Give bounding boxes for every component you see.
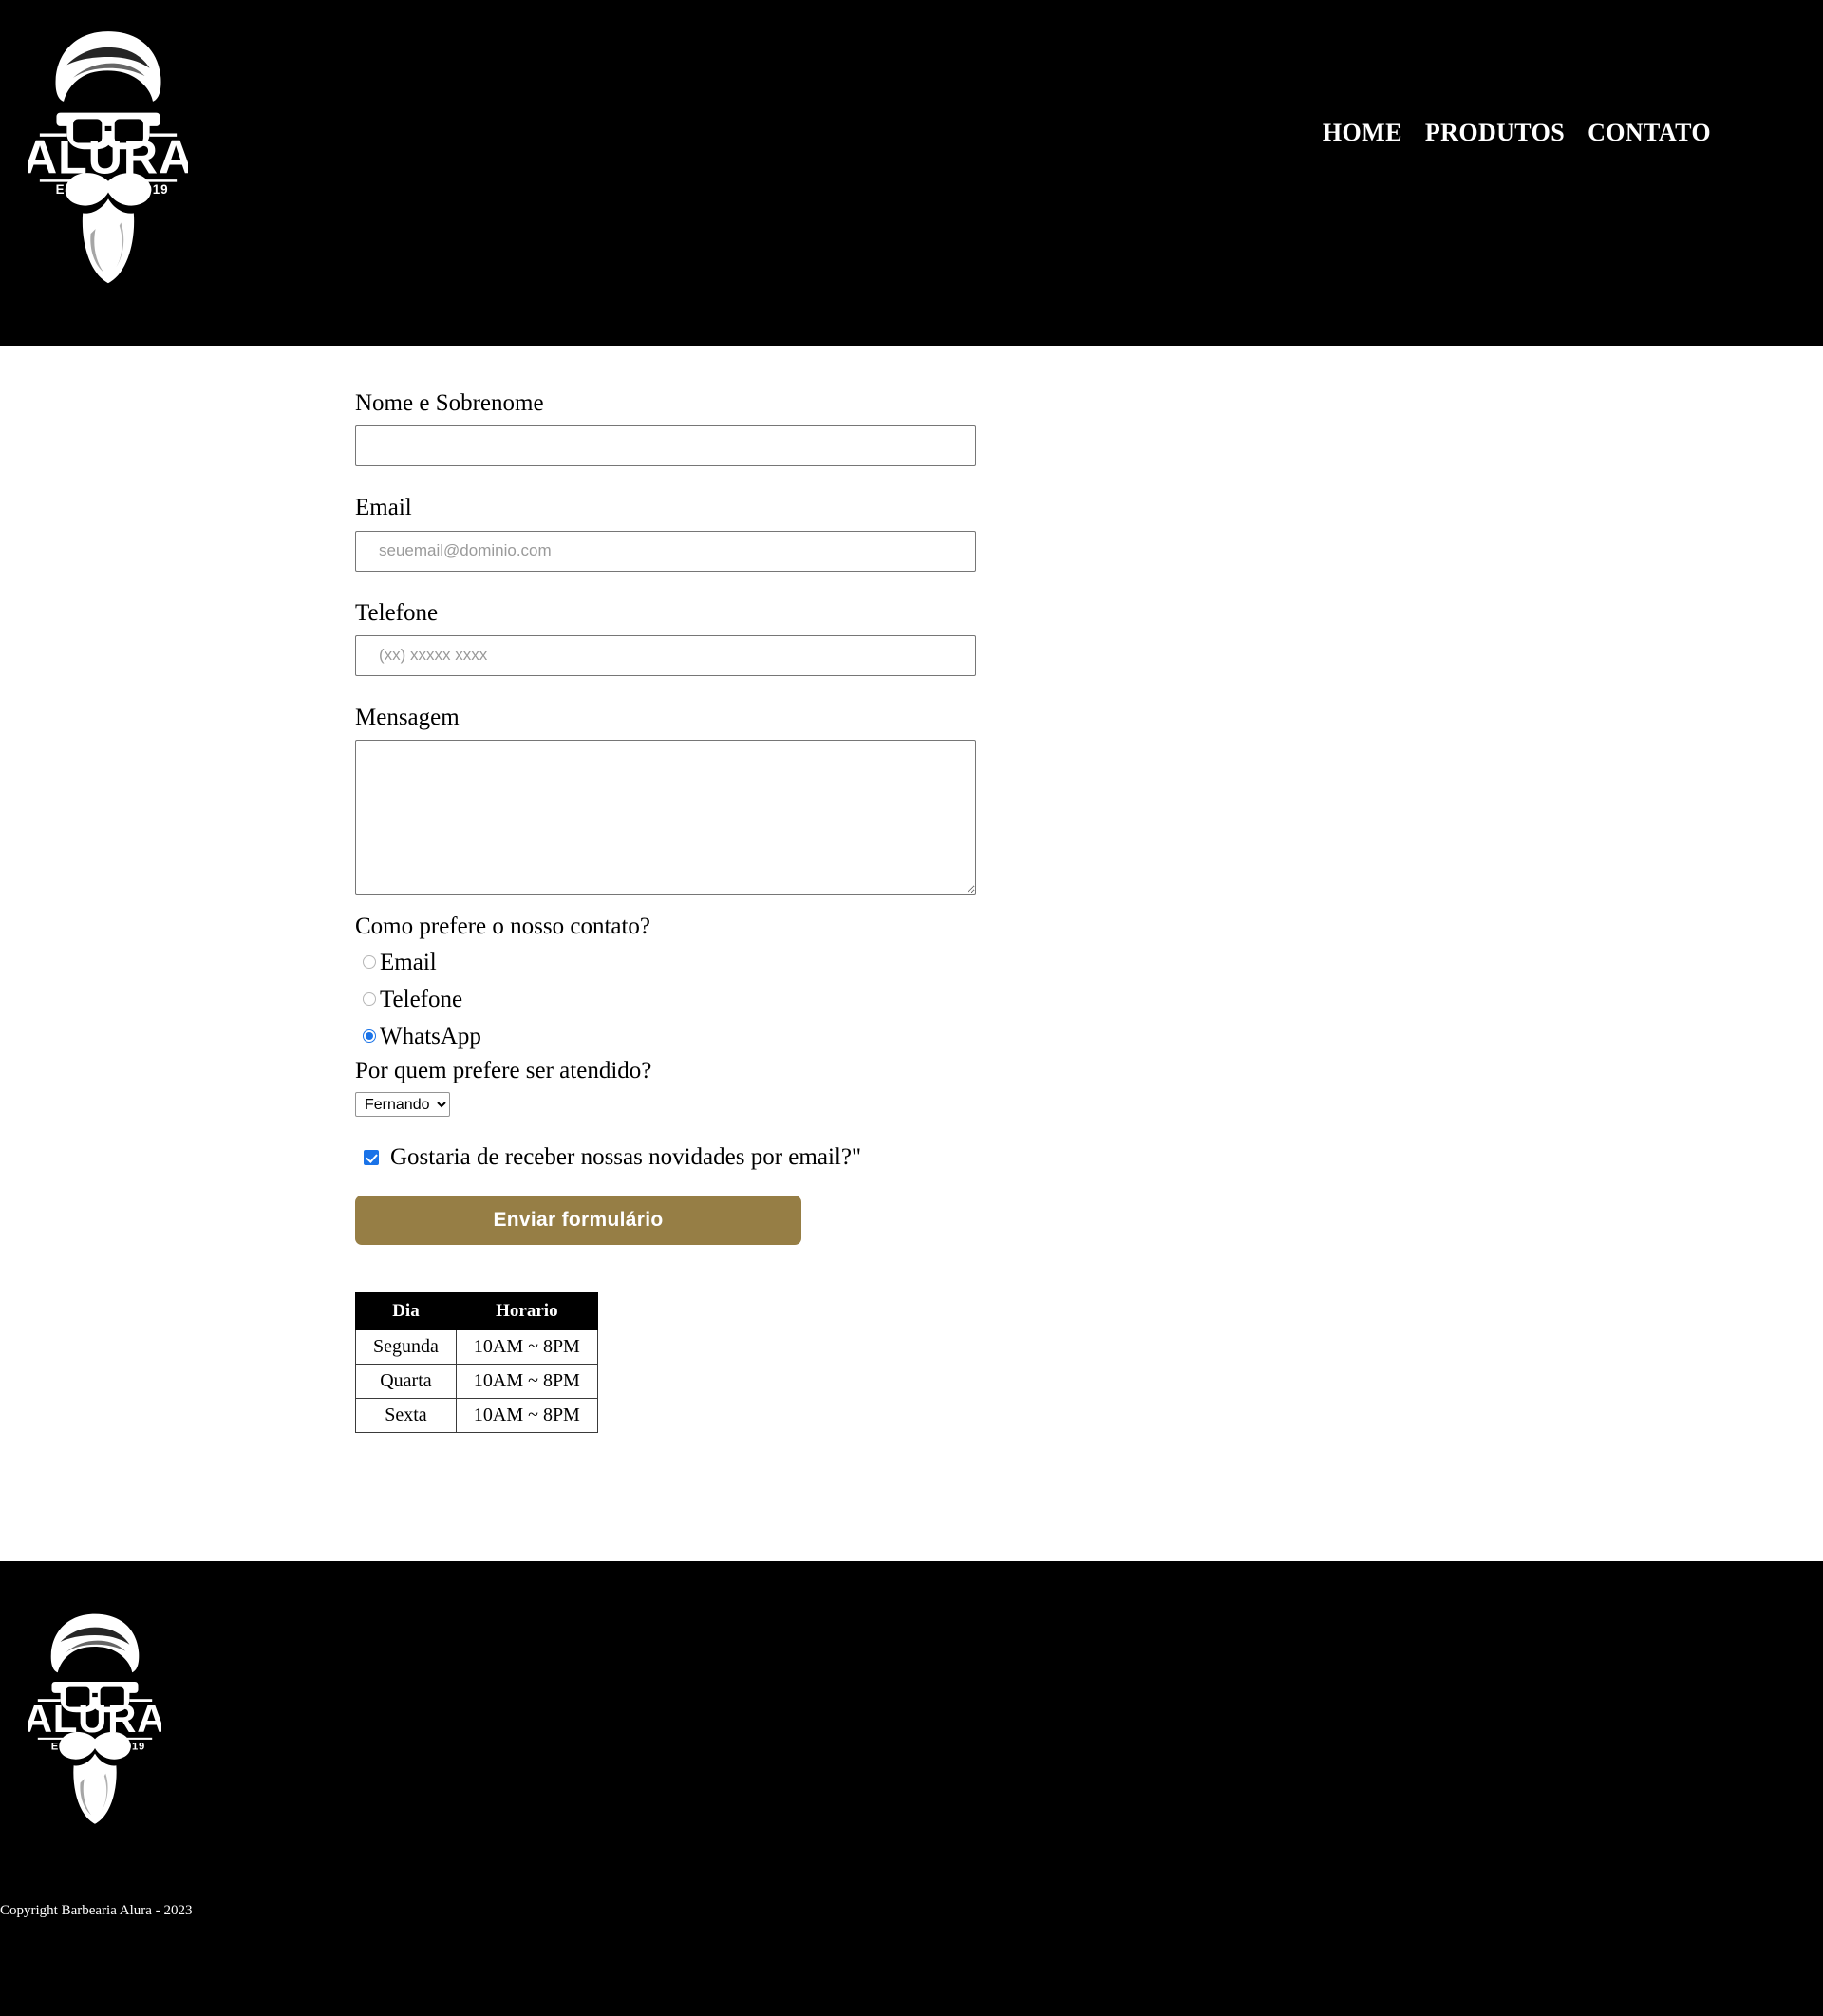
site-header: ALURA ESTD 2019 HOME PRODUTOS CONTATO xyxy=(0,0,1823,346)
table-cell-dia: Sexta xyxy=(355,1398,457,1433)
radio-label-email: Email xyxy=(380,949,437,975)
radio-icon-email[interactable] xyxy=(363,955,376,969)
label-telefone: Telefone xyxy=(355,599,439,626)
attendant-select-row: Fernando xyxy=(355,1092,982,1117)
nav-item-contato[interactable]: CONTATO xyxy=(1588,121,1711,145)
email-input[interactable] xyxy=(355,530,976,572)
table-cell-horario: 10AM ~ 8PM xyxy=(455,1398,598,1433)
label-nome-sobrenome: Nome e Sobrenome xyxy=(355,390,544,416)
radio-label-telefone: Telefone xyxy=(380,986,463,1012)
table-body: Segunda 10AM ~ 8PM Quarta 10AM ~ 8PM Sex… xyxy=(355,1329,598,1433)
opening-hours-table: Dia Horario Segunda 10AM ~ 8PM Quarta 10… xyxy=(355,1292,598,1433)
label-email: Email xyxy=(355,495,412,521)
contact-page-main: Nome e Sobrenome Email Telefone Mensagem… xyxy=(0,346,1823,1561)
radio-option-whatsapp[interactable]: WhatsApp xyxy=(355,1019,982,1054)
radio-option-email[interactable]: Email xyxy=(355,945,982,980)
radio-icon-whatsapp[interactable] xyxy=(363,1029,376,1043)
field-telefone: Telefone xyxy=(355,598,982,676)
table-cell-horario: 10AM ~ 8PM xyxy=(455,1329,598,1365)
checkbox-icon-newsletter[interactable] xyxy=(364,1149,379,1165)
label-attendant: Por quem prefere ser atendido? xyxy=(355,1057,652,1083)
table-row: Segunda 10AM ~ 8PM xyxy=(355,1329,598,1365)
table-header-dia: Dia xyxy=(355,1292,457,1330)
table-header-row: Dia Horario xyxy=(355,1292,598,1330)
radio-label-whatsapp: WhatsApp xyxy=(380,1023,481,1049)
header-logo[interactable]: ALURA ESTD 2019 xyxy=(28,17,188,304)
nome-sobrenome-input[interactable] xyxy=(355,425,976,467)
table-head: Dia Horario xyxy=(355,1292,598,1330)
footer-logo[interactable]: ALURA ESTD 2019 xyxy=(28,1601,161,1842)
label-mensagem: Mensagem xyxy=(355,704,460,730)
svg-text:ALURA: ALURA xyxy=(28,1696,161,1741)
svg-text:ALURA: ALURA xyxy=(28,129,188,183)
table-header-horario: Horario xyxy=(455,1292,598,1330)
copyright-text: Copyright Barbearia Alura - 2023 xyxy=(0,1903,193,1918)
radio-option-telefone[interactable]: Telefone xyxy=(355,982,982,1017)
table-cell-horario: 10AM ~ 8PM xyxy=(455,1364,598,1399)
enviar-formulario-button[interactable]: Enviar formulário xyxy=(355,1196,801,1245)
attendant-group: Por quem prefere ser atendido? Fernando xyxy=(355,1056,982,1117)
field-mensagem: Mensagem xyxy=(355,703,982,895)
site-footer: ALURA ESTD 2019 Copyright Barbearia Alur… xyxy=(0,1561,1823,2016)
contact-form: Nome e Sobrenome Email Telefone Mensagem… xyxy=(355,388,982,1245)
table-row: Sexta 10AM ~ 8PM xyxy=(355,1398,598,1433)
newsletter-label: Gostaria de receber nossas novidades por… xyxy=(390,1144,862,1170)
label-contact-preference: Como prefere o nosso contato? xyxy=(355,914,651,939)
attendant-select[interactable]: Fernando xyxy=(355,1092,450,1117)
contact-preference-group: Como prefere o nosso contato? Email Tele… xyxy=(355,912,982,1054)
table-cell-dia: Segunda xyxy=(355,1329,457,1365)
main-navigation: HOME PRODUTOS CONTATO xyxy=(1323,121,1823,145)
mensagem-textarea[interactable] xyxy=(355,740,976,895)
table-cell-dia: Quarta xyxy=(355,1364,457,1399)
nav-item-home[interactable]: HOME xyxy=(1323,121,1402,145)
newsletter-checkbox-row[interactable]: Gostaria de receber nossas novidades por… xyxy=(355,1145,982,1169)
radio-icon-telefone[interactable] xyxy=(363,992,376,1006)
nav-item-produtos[interactable]: PRODUTOS xyxy=(1425,121,1565,145)
field-email: Email xyxy=(355,493,982,572)
telefone-input[interactable] xyxy=(355,634,976,676)
table-row: Quarta 10AM ~ 8PM xyxy=(355,1364,598,1399)
field-nome: Nome e Sobrenome xyxy=(355,388,982,467)
